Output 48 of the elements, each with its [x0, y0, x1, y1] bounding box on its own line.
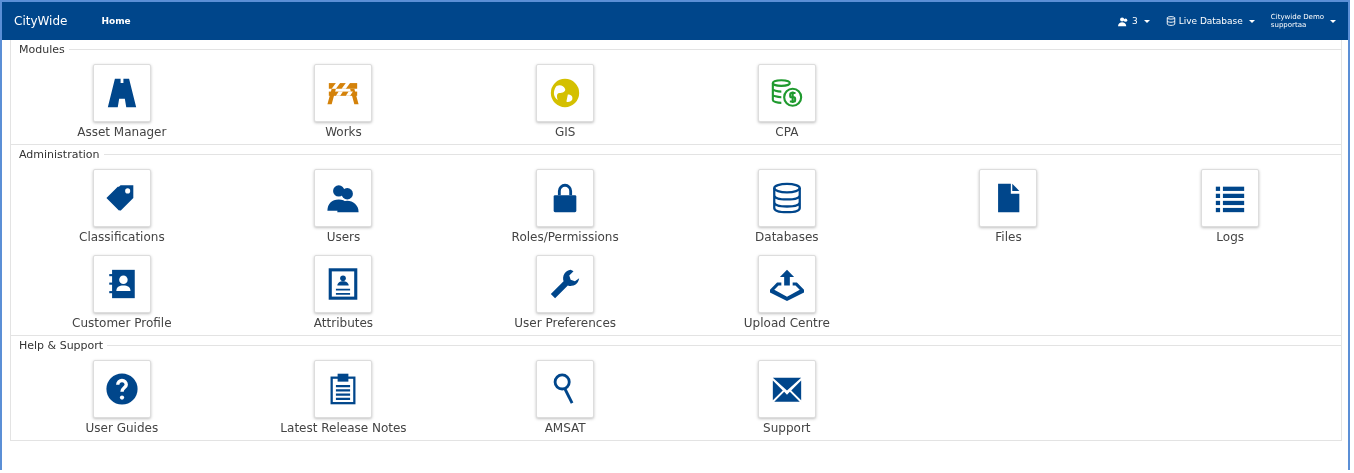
- notifications-menu[interactable]: 3: [1117, 15, 1150, 27]
- tile-button[interactable]: [757, 360, 816, 418]
- tile-button[interactable]: [314, 169, 373, 227]
- caret-icon: [1143, 19, 1150, 23]
- section-title: Administration: [19, 147, 100, 161]
- tile-label[interactable]: Roles/Permissions: [511, 230, 619, 244]
- tile-button[interactable]: [536, 64, 595, 122]
- tile-button[interactable]: [314, 360, 373, 418]
- tile-label[interactable]: Classifications: [79, 230, 165, 244]
- users-icon: [1117, 15, 1129, 27]
- tile-button[interactable]: [92, 255, 151, 313]
- tile-label[interactable]: Upload Centre: [743, 316, 830, 330]
- tile-button[interactable]: [536, 169, 595, 227]
- tile-button[interactable]: [536, 255, 595, 313]
- tile-label[interactable]: Support: [763, 421, 811, 435]
- tile-label[interactable]: Asset Manager: [77, 125, 167, 139]
- tile-label[interactable]: GIS: [554, 125, 576, 139]
- home-link[interactable]: Home: [101, 16, 131, 26]
- database-icon: [1165, 16, 1176, 26]
- tile-label[interactable]: User Guides: [85, 421, 159, 435]
- tile-label[interactable]: Databases: [755, 230, 819, 244]
- tile-button[interactable]: [92, 360, 151, 418]
- section-title: Modules: [19, 42, 65, 56]
- database-menu[interactable]: Live Database: [1165, 16, 1255, 26]
- tile-button[interactable]: [1201, 169, 1260, 227]
- tile-button[interactable]: [314, 64, 373, 122]
- tile-button[interactable]: [757, 64, 816, 122]
- tile-button[interactable]: [979, 169, 1038, 227]
- tile-label[interactable]: User Preferences: [514, 316, 617, 330]
- caret-icon: [1248, 19, 1255, 23]
- tile-button[interactable]: [757, 169, 816, 227]
- tile-button[interactable]: [92, 64, 151, 122]
- tile-label[interactable]: Files: [995, 230, 1022, 244]
- tile-label[interactable]: Users: [326, 230, 361, 244]
- tile-label[interactable]: Logs: [1216, 230, 1244, 244]
- caret-icon: [1330, 19, 1336, 23]
- section-title: Help & Support: [19, 338, 104, 352]
- tile-button[interactable]: [92, 169, 151, 227]
- tile-button[interactable]: [536, 360, 595, 418]
- tile-button[interactable]: [757, 255, 816, 313]
- tile-label[interactable]: Customer Profile: [72, 316, 172, 330]
- tile-label[interactable]: Works: [325, 125, 362, 139]
- tile-button[interactable]: [314, 255, 373, 313]
- tile-label[interactable]: AMSAT: [544, 421, 586, 435]
- tile-label[interactable]: Latest Release Notes: [280, 421, 407, 435]
- tile-label[interactable]: CPA: [775, 125, 799, 139]
- brand-link[interactable]: CityWide: [14, 14, 68, 28]
- tile-label[interactable]: Attributes: [313, 316, 374, 330]
